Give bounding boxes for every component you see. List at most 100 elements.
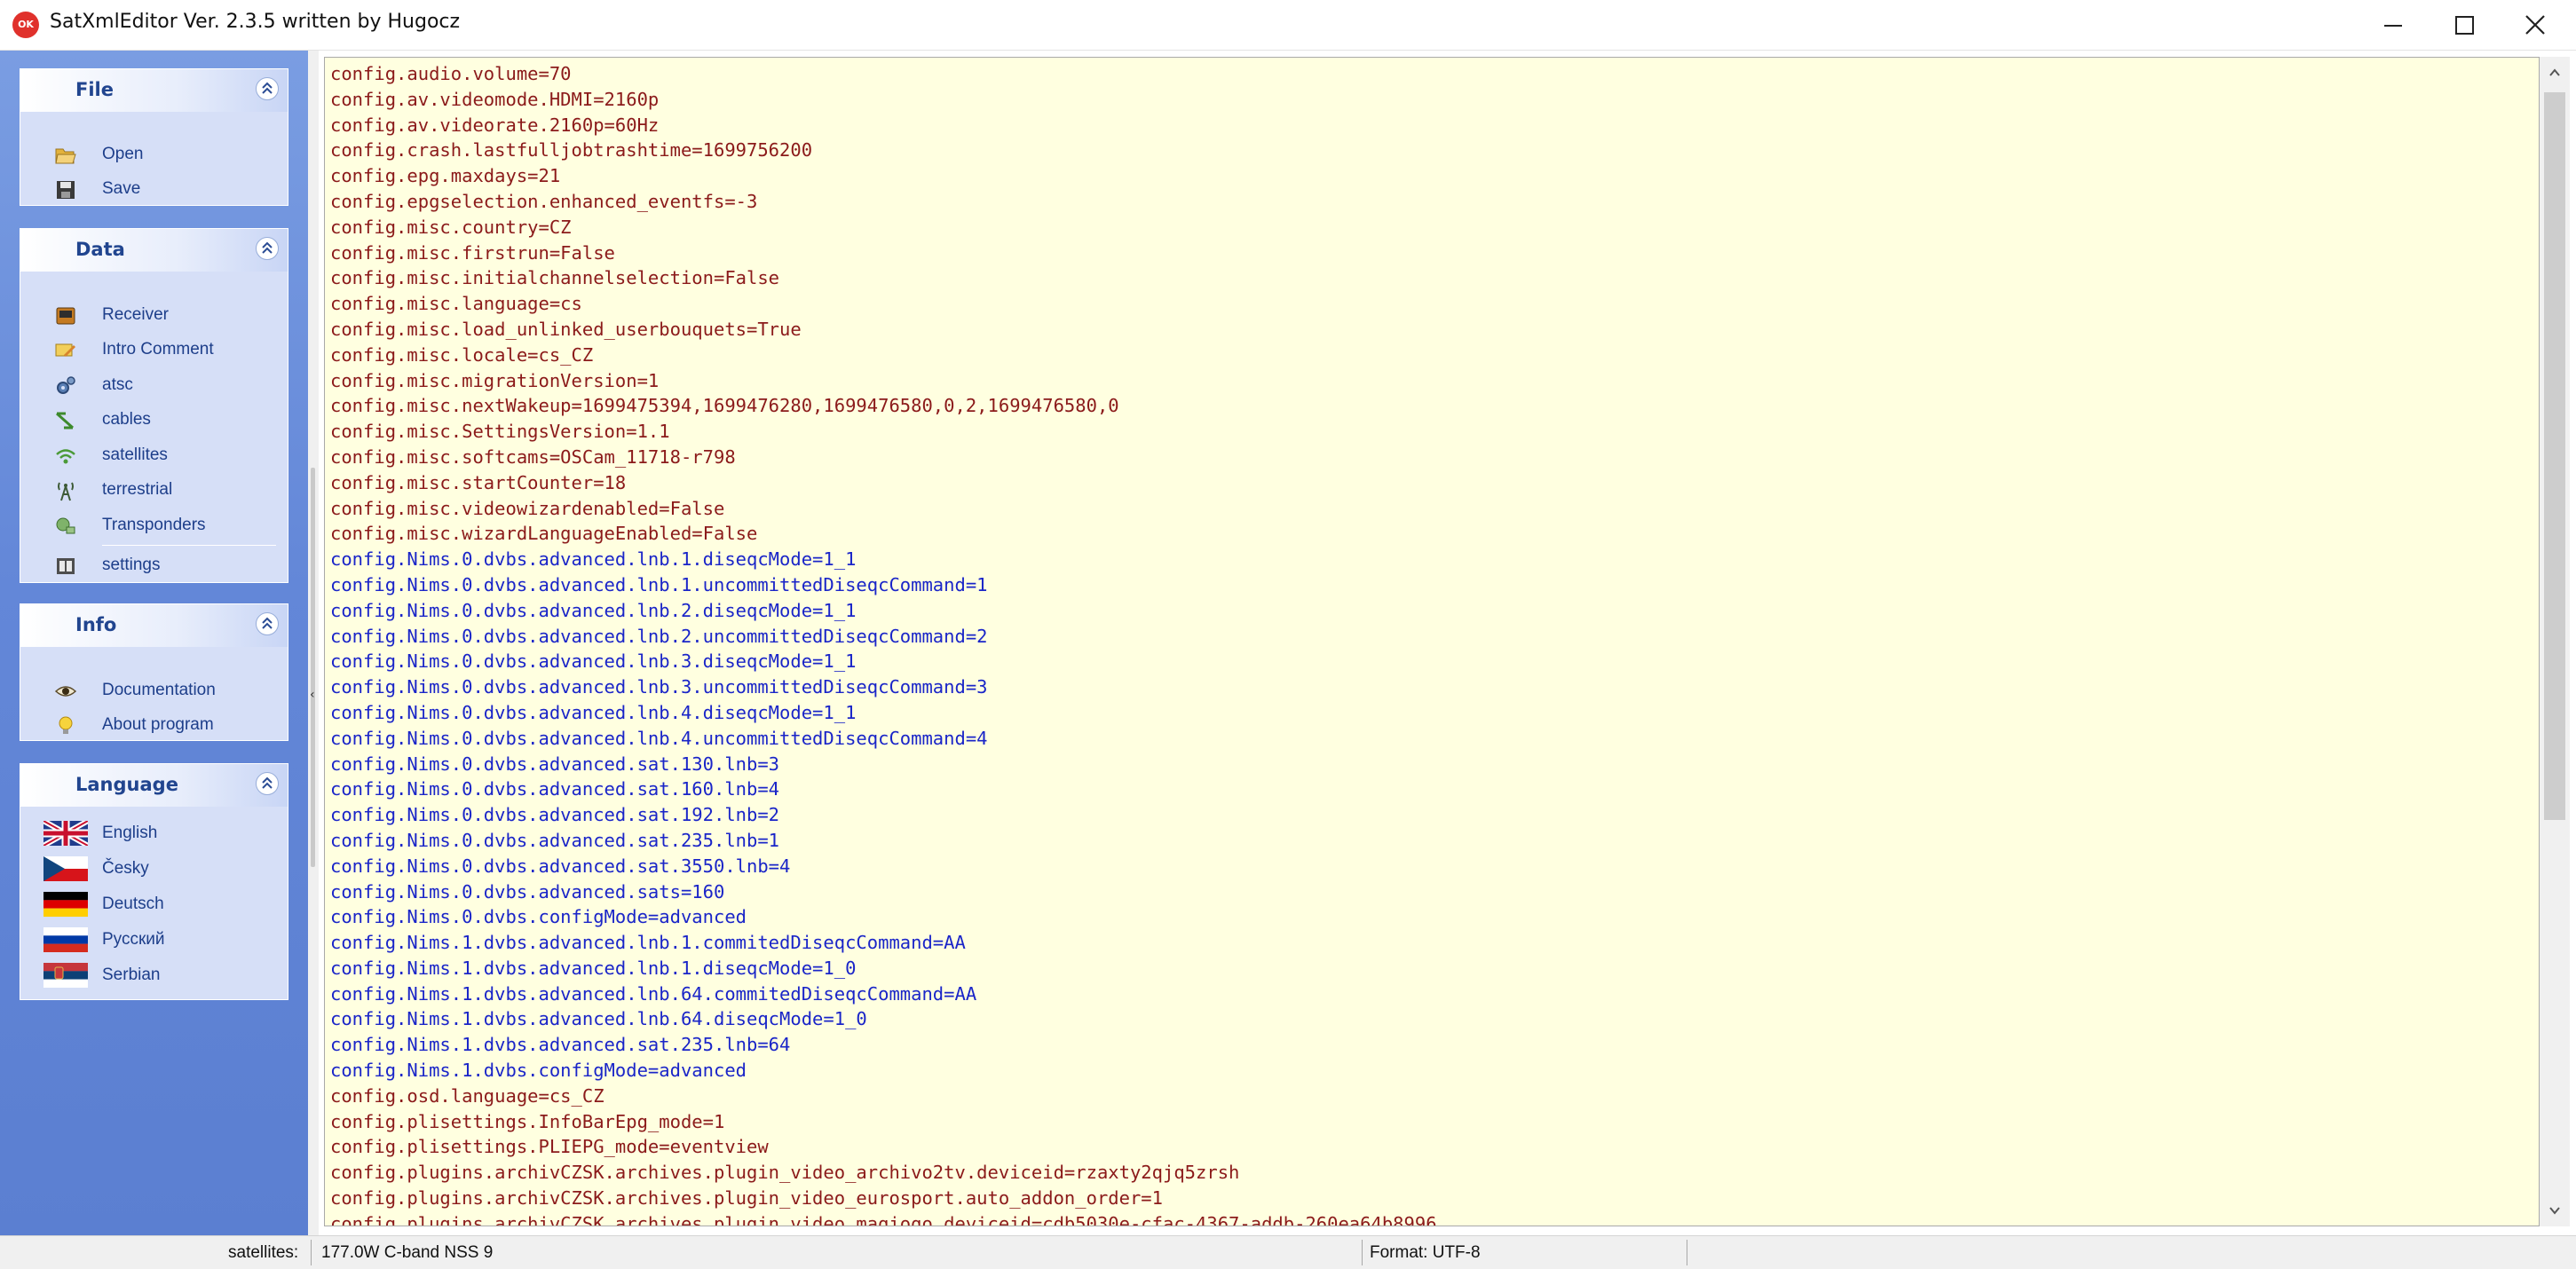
- code-line: config.misc.language=cs: [330, 293, 582, 315]
- code-line: config.Nims.1.dvbs.advanced.lnb.64.commi…: [330, 982, 977, 1005]
- scroll-down-arrow-icon[interactable]: [2546, 1202, 2564, 1219]
- sidebar-item-label: terrestrial: [102, 480, 173, 499]
- code-line: config.Nims.1.dvbs.advanced.lnb.1.diseqc…: [330, 957, 857, 979]
- code-line: config.Nims.0.dvbs.advanced.lnb.1.diseqc…: [330, 548, 857, 571]
- scroll-up-arrow-icon[interactable]: [2546, 64, 2564, 82]
- german-flag-icon: [43, 892, 88, 917]
- sidebar-item-about-program[interactable]: About program: [20, 709, 288, 743]
- sidebar-item-open[interactable]: Open: [20, 138, 288, 172]
- code-line: config.misc.locale=cs_CZ: [330, 343, 594, 366]
- status-satellite-value: 177.0W C-band NSS 9: [321, 1243, 494, 1262]
- sidebar-item-label: Save: [102, 179, 141, 198]
- code-line: config.Nims.0.dvbs.advanced.lnb.2.uncomm…: [330, 625, 988, 647]
- status-label: satellites:: [228, 1243, 299, 1262]
- sidebar-splitter[interactable]: ‹: [308, 51, 319, 1235]
- minimize-button[interactable]: [2358, 0, 2429, 50]
- serbian-flag-icon: [43, 963, 88, 988]
- sidebar-item-russian[interactable]: Русский: [20, 920, 288, 958]
- sidebar-item-receiver[interactable]: Receiver: [20, 299, 288, 333]
- sidebar-item-label: Documentation: [102, 681, 216, 699]
- language-panel-title: Language: [75, 774, 178, 795]
- vertical-scrollbar[interactable]: [2540, 57, 2570, 1226]
- code-line: config.plugins.archivCZSK.archives.plugi…: [330, 1212, 1437, 1226]
- sidebar-item-label: Transponders: [102, 516, 206, 534]
- uk-flag-icon: [43, 821, 88, 846]
- code-line: config.av.videorate.2160p=60Hz: [330, 114, 660, 136]
- open-folder-icon: [55, 148, 76, 164]
- status-format: Format: UTF-8: [1370, 1243, 1481, 1262]
- data-collapse-button[interactable]: [256, 237, 279, 260]
- code-line: config.Nims.0.dvbs.advanced.sat.192.lnb=…: [330, 804, 780, 826]
- code-line: config.Nims.1.dvbs.advanced.lnb.1.commit…: [330, 932, 966, 954]
- code-line: config.audio.volume=70: [330, 63, 572, 84]
- sidebar-item-cesky[interactable]: Česky: [20, 849, 288, 887]
- file-collapse-button[interactable]: [256, 77, 279, 100]
- sidebar-item-label: Česky: [102, 859, 149, 878]
- chevron-up-double-icon: [262, 82, 273, 94]
- text-editor[interactable]: config.audio.volume=70 config.av.videomod…: [324, 57, 2540, 1226]
- code-line: config.misc.startCounter=18: [330, 471, 627, 493]
- code-line: config.Nims.0.dvbs.advanced.sat.235.lnb=…: [330, 829, 780, 851]
- info-panel-header[interactable]: Info: [20, 604, 288, 647]
- code-line: config.Nims.1.dvbs.advanced.sat.235.lnb=…: [330, 1034, 791, 1056]
- file-panel-header[interactable]: File: [20, 69, 288, 112]
- sidebar-item-deutsch[interactable]: Deutsch: [20, 885, 288, 922]
- sidebar-separator: [102, 545, 276, 546]
- code-line: config.Nims.0.dvbs.advanced.sats=160: [330, 880, 725, 902]
- sidebar-item-settings[interactable]: settings: [20, 549, 288, 583]
- sidebar-item-atsc[interactable]: atsc: [20, 369, 288, 403]
- code-line: config.epgselection.enhanced_eventfs=-3: [330, 190, 758, 212]
- code-line: config.plugins.archivCZSK.archives.plugi…: [330, 1162, 1240, 1184]
- chevron-up-double-icon: [262, 241, 273, 254]
- sidebar-item-label: cables: [102, 410, 151, 429]
- sidebar-item-documentation[interactable]: Documentation: [20, 674, 288, 708]
- code-line: config.Nims.0.dvbs.advanced.sat.130.lnb=…: [330, 753, 780, 775]
- close-button[interactable]: [2500, 0, 2571, 50]
- status-divider: [1362, 1240, 1363, 1265]
- language-collapse-button[interactable]: [256, 772, 279, 795]
- code-line: config.Nims.0.dvbs.advanced.lnb.4.uncomm…: [330, 727, 988, 749]
- sidebar-item-save[interactable]: Save: [20, 173, 288, 207]
- code-line: config.misc.SettingsVersion=1.1: [330, 421, 670, 443]
- sidebar-item-cables[interactable]: cables: [20, 404, 288, 437]
- sidebar-item-serbian[interactable]: Serbian: [20, 956, 288, 993]
- info-panel: Info Documentation About program: [20, 603, 288, 741]
- code-line: config.Nims.0.dvbs.advanced.lnb.4.diseqc…: [330, 701, 857, 723]
- code-line: config.osd.language=cs_CZ: [330, 1084, 604, 1107]
- sidebar-item-terrestrial[interactable]: terrestrial: [20, 474, 288, 508]
- code-line: config.plugins.archivCZSK.archives.plugi…: [330, 1187, 1163, 1210]
- maximize-button[interactable]: [2429, 0, 2500, 50]
- chevron-left-icon[interactable]: ‹: [310, 688, 315, 702]
- splitter-grip[interactable]: [311, 468, 315, 867]
- sidebar-item-label: Intro Comment: [102, 340, 214, 359]
- sidebar-item-label: satellites: [102, 445, 168, 464]
- cable-icon: [56, 412, 74, 430]
- sidebar-item-label: Deutsch: [102, 895, 164, 913]
- code-line: config.plisettings.InfoBarEpg_mode=1: [330, 1110, 725, 1132]
- data-panel-header[interactable]: Data: [20, 229, 288, 272]
- gear-icon: [57, 376, 75, 394]
- sidebar-item-label: Serbian: [102, 966, 161, 984]
- language-panel: Language English Česky Deutsch Русский S…: [20, 763, 288, 1000]
- sidebar-item-satellites[interactable]: satellites: [20, 439, 288, 473]
- code-line: config.misc.initialchannelselection=Fals…: [330, 267, 780, 289]
- code-line: config.misc.firstrun=False: [330, 241, 615, 264]
- chevron-up-double-icon: [262, 617, 273, 629]
- sidebar-item-english[interactable]: English: [20, 814, 288, 851]
- sidebar-item-intro-comment[interactable]: Intro Comment: [20, 334, 288, 367]
- code-line: config.Nims.0.dvbs.advanced.sat.160.lnb=…: [330, 778, 780, 800]
- language-panel-header[interactable]: Language: [20, 764, 288, 807]
- sidebar-item-label: English: [102, 824, 158, 842]
- title-bar: OK SatXmlEditor Ver. 2.3.5 written by Hu…: [0, 0, 2576, 51]
- info-collapse-button[interactable]: [256, 612, 279, 635]
- file-panel: File Open Save: [20, 68, 288, 206]
- scrollbar-thumb[interactable]: [2544, 92, 2565, 820]
- czech-flag-icon: [43, 856, 88, 881]
- sidebar-item-label: settings: [102, 556, 161, 574]
- sidebar-item-transponders[interactable]: Transponders: [20, 509, 288, 543]
- code-line: config.Nims.1.dvbs.advanced.lnb.64.diseq…: [330, 1008, 867, 1030]
- code-line: config.Nims.0.dvbs.advanced.lnb.3.diseqc…: [330, 650, 857, 673]
- russian-flag-icon: [43, 927, 88, 952]
- sidebar-item-label: atsc: [102, 375, 133, 394]
- code-line: config.crash.lastfulljobtrashtime=169975…: [330, 139, 813, 162]
